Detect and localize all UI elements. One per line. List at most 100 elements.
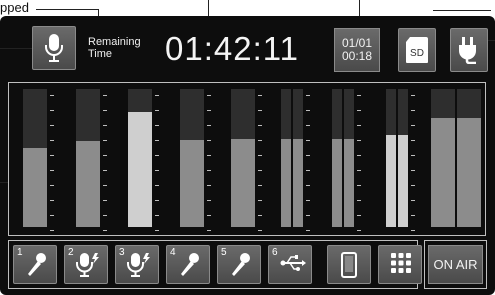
- meter-bar: [293, 89, 303, 227]
- meter-tick: [258, 140, 262, 141]
- meter-tick: [50, 230, 54, 231]
- meter-bar: [332, 89, 342, 227]
- input-selector-bar: 1 2 3 4 5 6: [8, 240, 422, 289]
- meter-tick: [258, 155, 262, 156]
- input-button-smartphone[interactable]: [327, 245, 371, 284]
- mic-button[interactable]: [32, 26, 76, 70]
- meter-tick: [155, 200, 159, 201]
- meter-tick: [306, 215, 310, 216]
- input-button-3[interactable]: 3: [115, 245, 159, 284]
- callout-line: [0, 48, 32, 49]
- meter-tick: [207, 155, 211, 156]
- meter-tick: [411, 200, 415, 201]
- meter-fill: [457, 118, 481, 227]
- input-button-5[interactable]: 5: [217, 245, 261, 284]
- meter-tick: [258, 170, 262, 171]
- meter-tick: [155, 230, 159, 231]
- meter-tick: [207, 185, 211, 186]
- meter-tick: [306, 170, 310, 171]
- input-button-1[interactable]: 1: [13, 245, 57, 284]
- meter-tick: [357, 125, 361, 126]
- meter-tick: [103, 125, 107, 126]
- meter-tick: [103, 230, 107, 231]
- meter-tick: [207, 140, 211, 141]
- meter-fill: [293, 139, 303, 227]
- meter-tick: [207, 125, 211, 126]
- meter-tick: [306, 155, 310, 156]
- input-number: 6: [272, 247, 278, 258]
- meter-tick: [207, 170, 211, 171]
- meter-tick: [411, 125, 415, 126]
- date-time-button[interactable]: 01/01 00:18: [334, 28, 380, 72]
- meter-tick: [411, 140, 415, 141]
- meter-tick: [103, 95, 107, 96]
- meter-tick: [258, 200, 262, 201]
- meter-tick: [411, 110, 415, 111]
- power-plug-icon: [459, 37, 476, 64]
- meter-fill: [231, 139, 255, 227]
- meter-bar: [398, 89, 408, 227]
- meter-fill: [281, 139, 291, 227]
- meter-tick: [357, 110, 361, 111]
- sd-card-button[interactable]: SD: [398, 28, 436, 72]
- meter-tick: [155, 215, 159, 216]
- meter-tick: [258, 215, 262, 216]
- meter-tick: [357, 200, 361, 201]
- meter-bar: [231, 89, 255, 227]
- meter-tick: [306, 125, 310, 126]
- meter-tick: [50, 155, 54, 156]
- input-button-grid-menu[interactable]: [378, 245, 422, 284]
- meter-tick: [357, 230, 361, 231]
- onair-panel: ON AIR: [424, 240, 487, 289]
- meter-tick: [306, 110, 310, 111]
- meter-tick: [50, 185, 54, 186]
- input-button-2[interactable]: 2: [64, 245, 108, 284]
- input-number: 2: [68, 247, 74, 258]
- meter-tick: [306, 95, 310, 96]
- meter-bar: [180, 89, 204, 227]
- meter-tick: [258, 125, 262, 126]
- meter-fill: [332, 139, 342, 227]
- meter-tick: [155, 140, 159, 141]
- meter-fill: [76, 141, 100, 227]
- power-button[interactable]: [450, 28, 488, 72]
- meter-fill: [431, 118, 455, 227]
- microphone-icon: [45, 34, 63, 62]
- meter-tick: [155, 185, 159, 186]
- on-air-button[interactable]: ON AIR: [428, 245, 483, 284]
- meter-tick: [207, 215, 211, 216]
- meter-bar: [128, 89, 152, 227]
- meter-tick: [357, 140, 361, 141]
- meter-tick: [103, 215, 107, 216]
- meter-tick: [306, 230, 310, 231]
- meter-tick: [258, 95, 262, 96]
- meter-tick: [306, 185, 310, 186]
- remaining-time-display: 01:42:11: [165, 30, 300, 67]
- meter-bar: [344, 89, 354, 227]
- meter-bar: [281, 89, 291, 227]
- meter-fill: [344, 139, 354, 227]
- meter-tick: [357, 155, 361, 156]
- meter-tick: [357, 185, 361, 186]
- meter-tick: [103, 110, 107, 111]
- meter-tick: [103, 155, 107, 156]
- meter-fill: [23, 148, 47, 227]
- meter-tick: [357, 95, 361, 96]
- meter-bar: [457, 89, 481, 227]
- sd-card-icon: SD: [406, 37, 428, 63]
- input-number: 4: [170, 247, 176, 258]
- meter-fill: [128, 112, 152, 227]
- meter-bar: [23, 89, 47, 227]
- meter-tick: [50, 215, 54, 216]
- input-number: 3: [119, 247, 125, 258]
- input-button-6[interactable]: 6: [268, 245, 312, 284]
- callout-line: [0, 182, 8, 183]
- meter-tick: [306, 200, 310, 201]
- meter-tick: [207, 230, 211, 231]
- meter-tick: [155, 170, 159, 171]
- meter-tick: [50, 95, 54, 96]
- meter-tick: [357, 215, 361, 216]
- meter-tick: [411, 155, 415, 156]
- input-button-4[interactable]: 4: [166, 245, 210, 284]
- level-meters-panel: [8, 82, 486, 236]
